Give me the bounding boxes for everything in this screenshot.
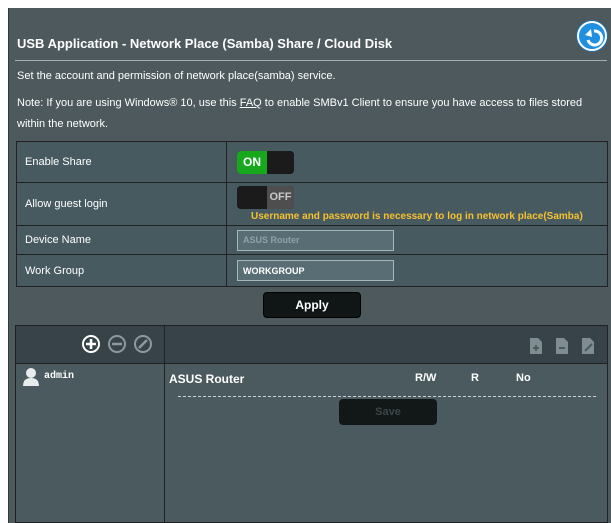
guest-login-row: Allow guest login OFF Username and passw… [16, 182, 608, 226]
permission-rw[interactable]: R/W [415, 372, 436, 384]
edit-circle-icon[interactable] [133, 334, 153, 354]
user-avatar-icon [23, 368, 39, 386]
share-divider [178, 396, 596, 397]
enable-share-toggle[interactable]: ON [237, 150, 294, 174]
edit-folder-icon[interactable] [580, 337, 596, 355]
enable-share-row: Enable Share ON [16, 141, 608, 183]
toggle-on-label: ON [237, 150, 267, 174]
permission-r[interactable]: R [471, 372, 479, 384]
guest-login-hint: Username and password is necessary to lo… [251, 210, 583, 222]
device-name-row: Device Name [16, 225, 608, 255]
share-folder-name[interactable]: ASUS Router [169, 372, 244, 386]
new-folder-icon[interactable] [528, 337, 544, 355]
toolbar-divider [164, 326, 165, 364]
toggle-knob [267, 150, 294, 174]
guest-login-label: Allow guest login [16, 182, 227, 226]
work-group-field[interactable] [237, 260, 394, 281]
user-list [16, 364, 165, 522]
guest-login-toggle[interactable]: OFF [237, 185, 294, 209]
toggle-off-label: OFF [267, 185, 294, 209]
page-description: Set the account and permission of networ… [17, 70, 336, 82]
faq-link[interactable]: FAQ [240, 97, 262, 109]
back-button[interactable] [577, 21, 607, 51]
account-toolbar [16, 326, 607, 364]
delete-folder-icon[interactable] [554, 337, 570, 355]
add-circle-icon[interactable] [81, 334, 101, 354]
settings-table: Enable Share ON Allow guest login OFF Us… [16, 141, 608, 287]
toggle-knob [237, 185, 267, 209]
device-name-label: Device Name [16, 225, 227, 255]
page: USB Application - Network Place (Samba) … [0, 0, 611, 523]
back-arrow-icon [585, 29, 604, 47]
page-title: USB Application - Network Place (Samba) … [17, 36, 393, 51]
account-panel: admin ASUS Router R/W R No Save [15, 325, 608, 523]
apply-button[interactable]: Apply [263, 292, 361, 318]
user-item-admin[interactable]: admin [44, 371, 74, 382]
permission-no[interactable]: No [516, 372, 531, 384]
remove-circle-icon[interactable] [107, 334, 127, 354]
enable-share-label: Enable Share [16, 141, 227, 183]
note-prefix: Note: If you are using Windows® 10, use … [17, 97, 240, 109]
device-name-field[interactable] [237, 229, 394, 251]
save-button[interactable]: Save [339, 399, 437, 425]
work-group-label: Work Group [16, 254, 227, 287]
title-divider [15, 60, 607, 61]
work-group-row: Work Group [16, 254, 608, 287]
windows-note: Note: If you are using Windows® 10, use … [17, 93, 607, 135]
